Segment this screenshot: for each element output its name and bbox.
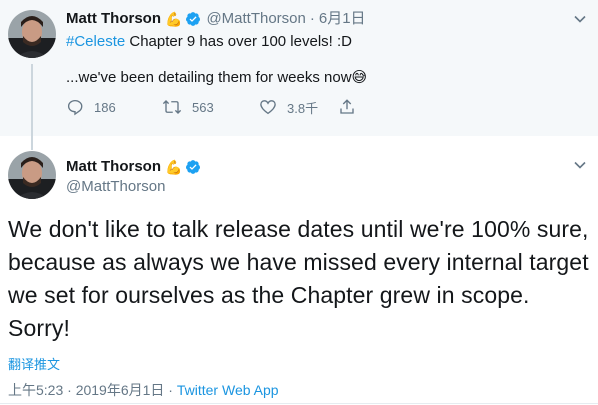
- verified-badge-icon: [185, 159, 201, 175]
- reply-count: 186: [94, 99, 116, 115]
- parent-tweet-text: #Celeste Chapter 9 has over 100 levels! …: [66, 32, 352, 52]
- reply-button[interactable]: 186: [66, 98, 162, 116]
- parent-tweet-text-2: ...we've been detailing them for weeks n…: [66, 68, 367, 88]
- source-app-link[interactable]: Twitter Web App: [177, 382, 279, 398]
- avatar[interactable]: [8, 151, 56, 199]
- retweet-icon: [162, 100, 182, 114]
- share-button[interactable]: [338, 98, 356, 116]
- flexed-biceps-icon: 💪: [165, 159, 183, 175]
- avatar[interactable]: [8, 10, 56, 58]
- tweet-text-line: Chapter 9 has over 100 levels! :D: [125, 33, 352, 50]
- heart-icon: [260, 100, 276, 115]
- author-handle[interactable]: @MattThorson: [206, 10, 305, 28]
- reply-icon: [67, 99, 83, 116]
- main-tweet-author: Matt Thorson 💪: [66, 158, 201, 176]
- tweet-date[interactable]: 6月1日: [319, 10, 366, 28]
- thread-connector-line: [31, 64, 33, 150]
- retweet-count: 563: [192, 99, 214, 115]
- retweet-button[interactable]: 563: [162, 98, 259, 116]
- tweet-text-line: ...we've been detailing them for weeks n…: [66, 69, 352, 86]
- like-count: 3.8千: [287, 100, 319, 116]
- author-handle[interactable]: @MattThorson: [66, 178, 165, 196]
- author-name[interactable]: Matt Thorson: [66, 10, 161, 28]
- author-name[interactable]: Matt Thorson: [66, 158, 161, 176]
- sweat-smile-emoji-icon: 😅: [351, 69, 368, 86]
- share-icon: [340, 99, 354, 114]
- verified-badge-icon: [185, 11, 201, 27]
- separator-dot: ·: [309, 10, 315, 27]
- tweet-body: We don't like to talk release dates unti…: [8, 216, 589, 341]
- parent-tweet-header: Matt Thorson 💪 @MattThorson · 6月1日: [66, 10, 366, 28]
- tweet-timestamp[interactable]: 上午5:23 · 2019年6月1日 ·: [8, 382, 177, 398]
- translate-tweet-link[interactable]: 翻译推文: [8, 357, 60, 373]
- chevron-down-icon[interactable]: [573, 12, 587, 26]
- user-avatar-icon: [8, 10, 56, 58]
- user-avatar-icon: [8, 151, 56, 199]
- chevron-down-icon[interactable]: [573, 158, 587, 172]
- divider: [0, 403, 598, 404]
- flexed-biceps-icon: 💪: [165, 11, 183, 27]
- tweet-metadata: 上午5:23 · 2019年6月1日 · Twitter Web App: [8, 381, 279, 399]
- parent-tweet[interactable]: Matt Thorson 💪 @MattThorson · 6月1日 #Cele…: [0, 0, 598, 136]
- like-button[interactable]: 3.8千: [259, 98, 338, 117]
- hashtag-link[interactable]: #Celeste: [66, 33, 125, 50]
- tweet-actions: 186 563 3.8千: [66, 97, 356, 117]
